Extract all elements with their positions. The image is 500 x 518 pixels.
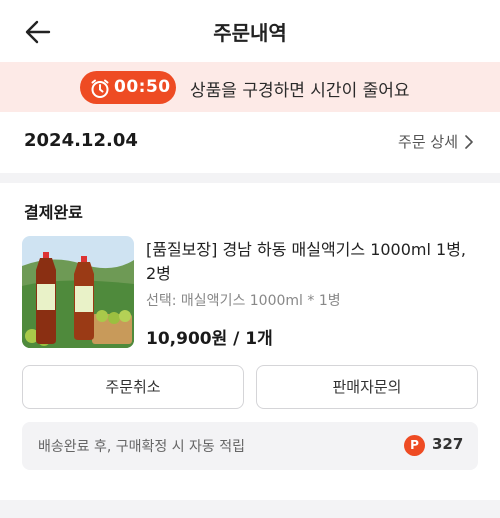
points-description: 배송완료 후, 구매확정 시 자동 적립 bbox=[38, 439, 246, 455]
timer-badge: 00:50 bbox=[80, 71, 176, 104]
point-icon: P bbox=[404, 435, 425, 456]
section-divider-bottom bbox=[0, 500, 500, 518]
cancel-order-button[interactable]: 주문취소 bbox=[22, 365, 244, 409]
order-detail-link[interactable]: 주문 상세 bbox=[398, 131, 474, 152]
timer-banner[interactable]: 00:50 상품을 구경하면 시간이 줄어요 bbox=[0, 62, 500, 112]
stopwatch-icon bbox=[91, 79, 109, 98]
banner-message: 상품을 구경하면 시간이 줄어요 bbox=[190, 81, 410, 101]
product-image[interactable] bbox=[22, 236, 134, 348]
order-detail-label: 주문 상세 bbox=[398, 133, 458, 151]
points-info: 배송완료 후, 구매확정 시 자동 적립 P 327 bbox=[22, 422, 478, 470]
section-divider bbox=[0, 173, 500, 183]
order-status: 결제완료 bbox=[24, 203, 83, 222]
order-date: 2024.12.04 bbox=[24, 130, 138, 151]
header: 주문내역 bbox=[0, 0, 500, 62]
chevron-right-icon bbox=[465, 135, 473, 149]
seller-inquiry-button[interactable]: 판매자문의 bbox=[256, 365, 478, 409]
product-name[interactable]: [품질보장] 경남 하동 매실액기스 1000ml 1병, 2병 bbox=[146, 238, 480, 286]
timer-value: 00:50 bbox=[114, 77, 171, 97]
page-title: 주문내역 bbox=[213, 21, 287, 45]
points-value: 327 bbox=[432, 435, 464, 453]
product-option: 선택: 매실액기스 1000ml * 1병 bbox=[146, 293, 341, 309]
product-price: 10,900원 / 1개 bbox=[146, 329, 273, 349]
